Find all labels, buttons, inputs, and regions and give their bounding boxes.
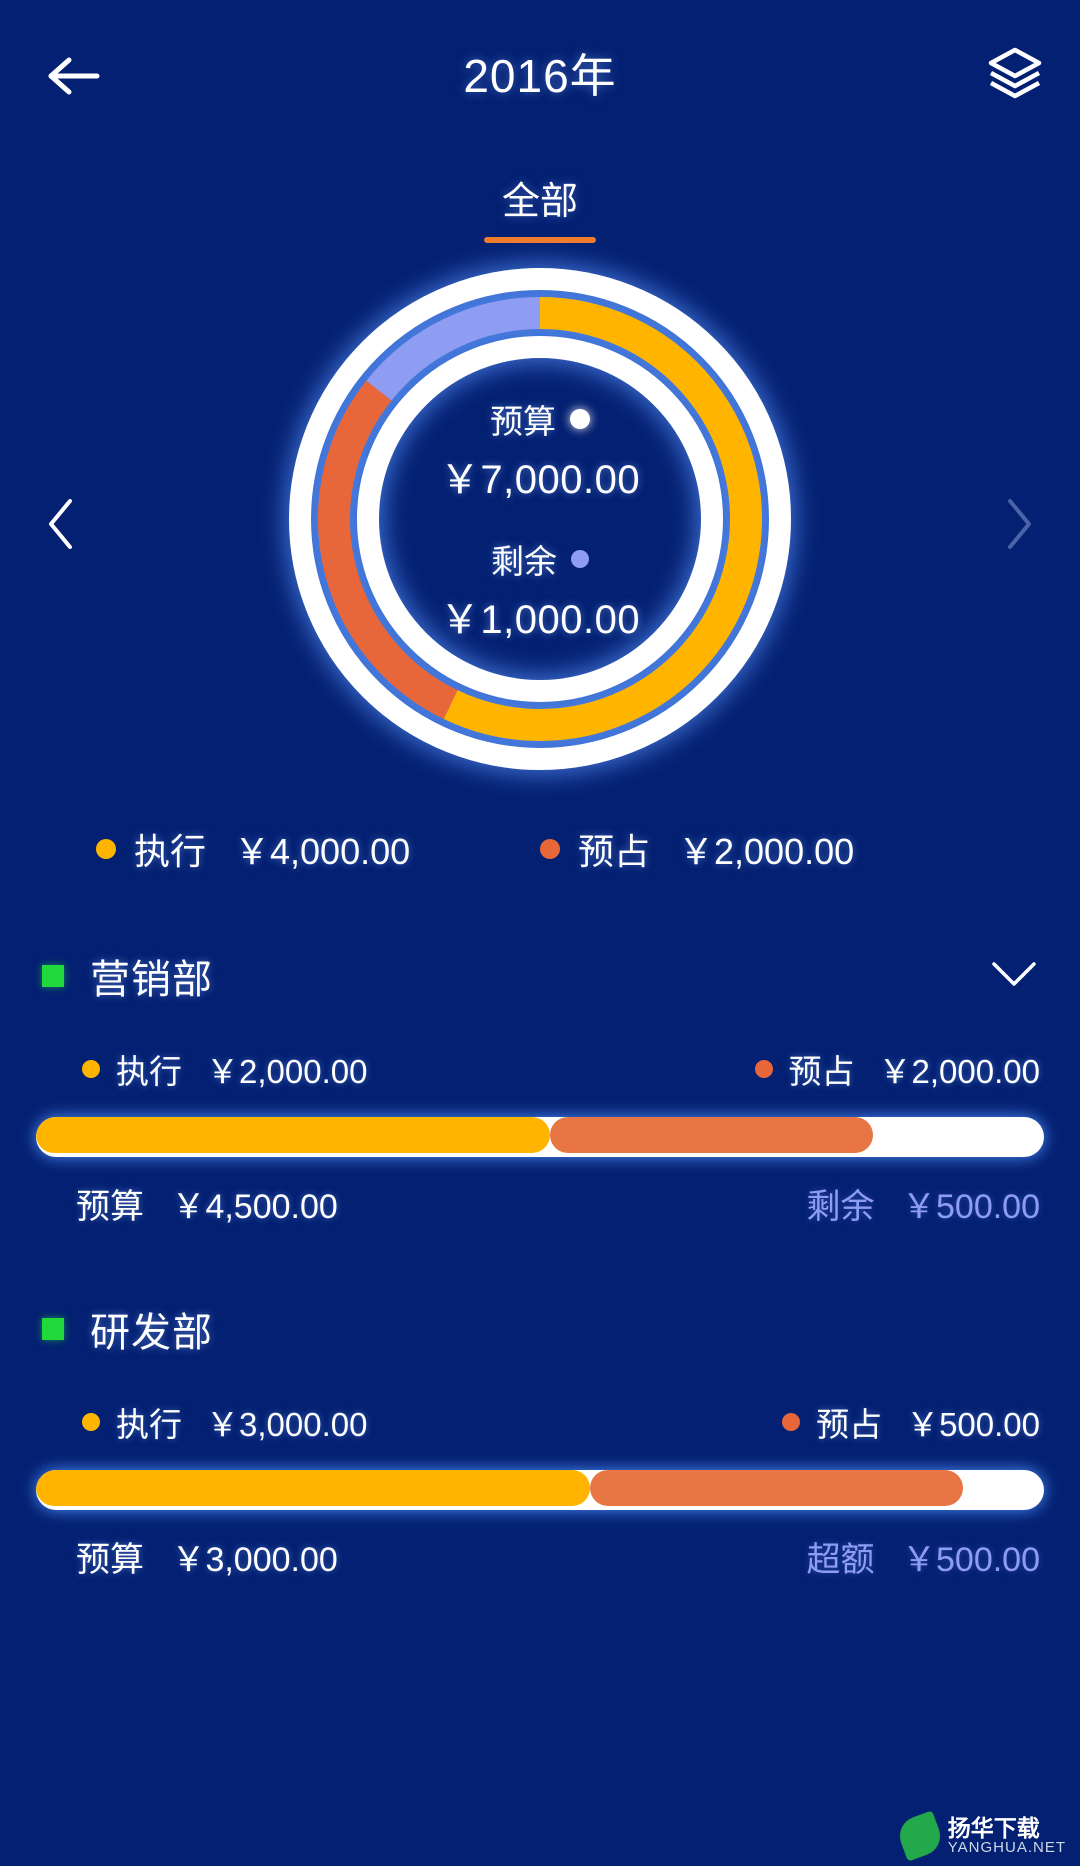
layers-button[interactable]: [982, 42, 1048, 108]
progress-exec-segment: [36, 1117, 551, 1153]
chevron-left-icon: [44, 496, 78, 557]
watermark-main: 扬华下载: [947, 1815, 1040, 1842]
pre-color-dot: [782, 1413, 801, 1431]
prev-period-button[interactable]: [26, 481, 96, 571]
dept0-exec-amount: ￥2,000.00: [206, 1053, 368, 1090]
donut-svg: [289, 268, 791, 770]
dept1-budget-amount: ￥3,000.00: [171, 1541, 338, 1579]
chevron-down-icon: [990, 959, 1038, 994]
department-name-1: 研发部: [90, 1311, 213, 1355]
department-header-0[interactable]: 营销部: [36, 947, 1044, 1005]
donut-chart-area: 预算 ￥7,000.00 剩余 ￥1,000.00: [0, 259, 1080, 819]
legend-pre-amount: ￥2,000.00: [678, 831, 855, 872]
dept0-budget: 预算 ￥4,500.00: [76, 1179, 558, 1228]
dept1-status-amount: ￥500.00: [902, 1541, 1040, 1579]
department-name-0: 营销部: [90, 958, 213, 1002]
legend-pre-label: 预占: [578, 831, 651, 872]
chevron-right-icon: [1002, 496, 1036, 557]
main-legend: 执行 ￥4,000.00 预占 ￥2,000.00: [0, 823, 1080, 875]
department-progress-bar-1: [36, 1470, 1044, 1510]
leaf-logo-icon: [894, 1810, 946, 1862]
exec-color-dot: [82, 1413, 100, 1431]
dept0-pre-label: 预占: [788, 1053, 855, 1090]
tab-all[interactable]: 全部: [478, 164, 602, 243]
dept1-pre-label: 预占: [816, 1406, 883, 1443]
dept0-status: 剩余 ￥500.00: [558, 1179, 1040, 1228]
pre-color-dot: [754, 1060, 773, 1078]
department-marker-icon: [42, 965, 64, 987]
dept1-exec-amount: ￥3,000.00: [206, 1406, 368, 1443]
department-header-1[interactable]: 研发部: [36, 1300, 1044, 1358]
department-legend-0: 执行 ￥2,000.00 预占 ￥2,000.00: [36, 1045, 1044, 1093]
progress-pre-segment: [550, 1117, 873, 1153]
legend-exec-amount: ￥4,000.00: [234, 831, 411, 872]
dept0-pre-legend: 预占 ￥2,000.00: [561, 1045, 1044, 1093]
legend-exec-label: 执行: [134, 831, 207, 872]
watermark: 扬华下载 YANGHUA.NET: [894, 1810, 1066, 1862]
dept1-budget: 预算 ￥3,000.00: [76, 1532, 558, 1581]
department-legend-1: 执行 ￥3,000.00 预占 ￥500.00: [36, 1398, 1044, 1446]
dept1-status: 超额 ￥500.00: [558, 1532, 1040, 1581]
dept1-budget-label: 预算: [76, 1541, 144, 1579]
tab-bar: 全部: [0, 164, 1080, 243]
next-period-button[interactable]: [984, 481, 1054, 571]
watermark-sub: YANGHUA.NET: [947, 1839, 1066, 1857]
dept1-exec-label: 执行: [116, 1406, 182, 1443]
dept0-exec-label: 执行: [116, 1053, 182, 1090]
dept1-status-label: 超额: [806, 1541, 875, 1579]
legend-item-exec: 执行 ￥4,000.00: [96, 823, 540, 875]
department-collapse-button-0[interactable]: [984, 949, 1044, 1003]
dept1-pre-amount: ￥500.00: [906, 1406, 1040, 1443]
header-bar: 2016年: [0, 0, 1080, 150]
dept0-budget-label: 预算: [76, 1188, 144, 1226]
department-marker-icon: [42, 1318, 64, 1340]
legend-item-pre: 预占 ￥2,000.00: [540, 823, 984, 875]
department-footer-1: 预算 ￥3,000.00 超额 ￥500.00: [36, 1532, 1044, 1581]
exec-color-dot: [96, 839, 116, 859]
tab-active-underline: [483, 237, 596, 243]
department-progress-bar-0: [36, 1117, 1044, 1157]
tab-all-label: 全部: [501, 181, 578, 223]
dept0-status-label: 剩余: [806, 1188, 875, 1226]
department-footer-0: 预算 ￥4,500.00 剩余 ￥500.00: [36, 1179, 1044, 1228]
budget-donut: 预算 ￥7,000.00 剩余 ￥1,000.00: [280, 259, 800, 779]
dept0-pre-amount: ￥2,000.00: [878, 1053, 1040, 1090]
dept0-exec-legend: 执行 ￥2,000.00: [82, 1045, 561, 1093]
department-card-0: 营销部 执行 ￥2,000.00 预占 ￥2,000.00 预算 ￥4,500.…: [0, 947, 1080, 1228]
app-screen: 2016年 全部 预算 ￥7,000.00 剩余 ￥1,000.00 执行 ￥4…: [0, 0, 1080, 1866]
dept0-budget-amount: ￥4,500.00: [171, 1188, 338, 1226]
dept0-status-amount: ￥500.00: [902, 1188, 1040, 1226]
donut-data-ring: [318, 297, 762, 741]
progress-exec-segment: [36, 1470, 591, 1506]
dept1-pre-legend: 预占 ￥500.00: [561, 1398, 1044, 1446]
department-card-1: 研发部 执行 ￥3,000.00 预占 ￥500.00 预算 ￥3,000.00: [0, 1300, 1080, 1581]
layers-stack-icon: [986, 45, 1044, 106]
page-title: 2016年: [463, 50, 617, 102]
progress-pre-segment: [590, 1470, 964, 1506]
exec-color-dot: [82, 1060, 100, 1078]
dept1-exec-legend: 执行 ￥3,000.00: [82, 1398, 561, 1446]
pre-color-dot: [540, 839, 560, 859]
